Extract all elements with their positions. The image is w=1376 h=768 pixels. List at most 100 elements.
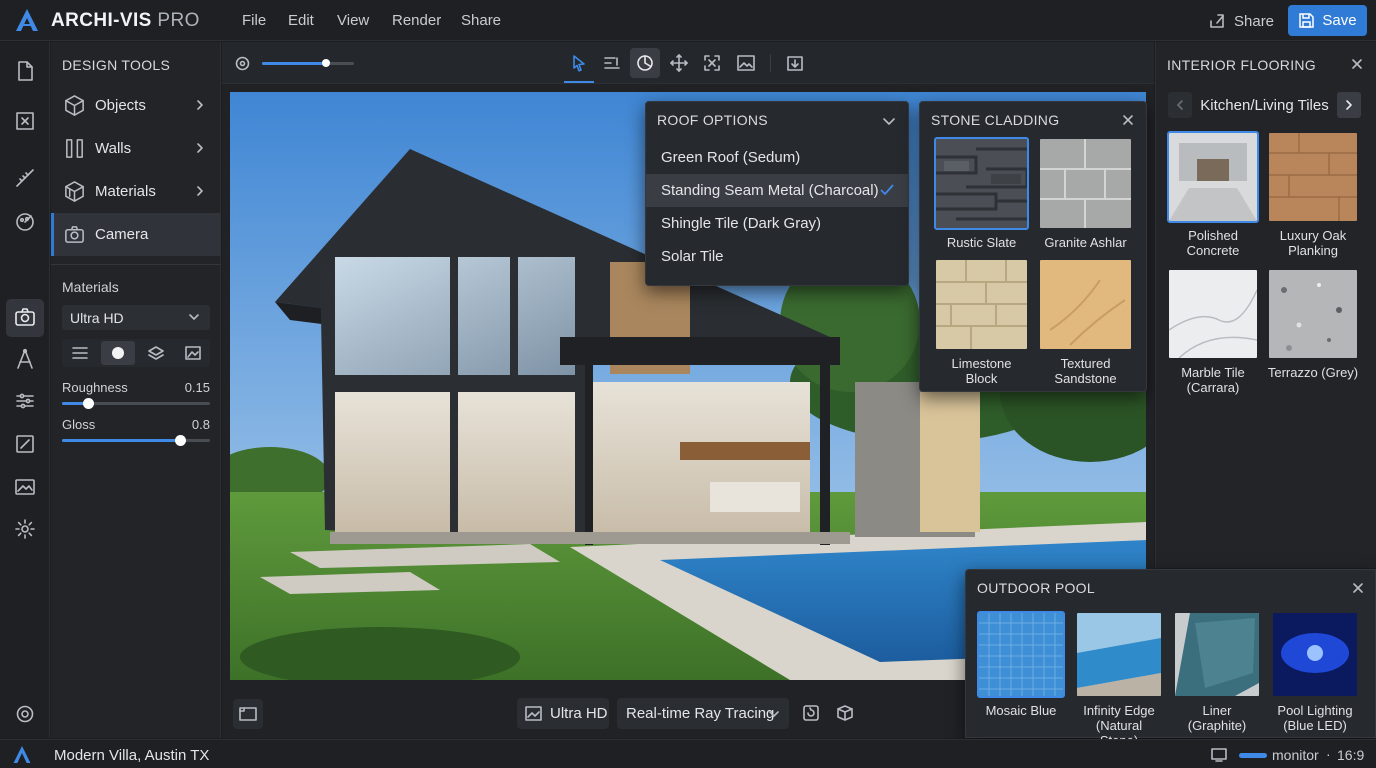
rustic-slate-swatch — [934, 137, 1029, 230]
roughness-slider[interactable] — [62, 398, 210, 409]
infinity-edge-swatch — [1075, 611, 1163, 698]
measure-icon[interactable] — [13, 166, 37, 190]
quality-select[interactable]: Ultra HD — [62, 305, 210, 330]
roughness-value: 0.15 — [184, 380, 210, 395]
flooring-category-label: Kitchen/Living Tiles — [1200, 97, 1329, 114]
floor-tile-terrazzo-grey[interactable]: Terrazzo (Grey) — [1267, 268, 1359, 380]
render-quality-button[interactable]: Ultra HD — [517, 698, 609, 729]
share-button[interactable]: Share — [1208, 9, 1274, 33]
blueprint-icon[interactable] — [13, 109, 37, 133]
close-icon[interactable] — [1350, 57, 1364, 71]
stone-tile-textured-sandstone[interactable]: Textured Sandstone — [1038, 258, 1133, 386]
tool-materials[interactable]: Materials — [51, 170, 221, 213]
gloss-slider-fill — [62, 439, 180, 442]
chevron-down-icon[interactable] — [882, 114, 896, 128]
settings-gear-icon[interactable] — [13, 517, 37, 541]
image-gallery-icon[interactable] — [13, 475, 37, 499]
preferences-icon[interactable] — [13, 702, 37, 726]
materials-icon — [65, 181, 84, 202]
palette-icon[interactable] — [13, 210, 37, 234]
menu-share[interactable]: Share — [461, 12, 501, 29]
stone-tile-limestone-block[interactable]: Limestone Block — [934, 258, 1029, 386]
roughness-slider-handle[interactable] — [83, 398, 94, 409]
floor-tile-label: Terrazzo (Grey) — [1267, 365, 1359, 380]
pool-tile-infinity-edge[interactable]: Infinity Edge (Natural Stone) — [1075, 611, 1163, 748]
category-prev-button[interactable] — [1168, 92, 1192, 118]
frame-button[interactable] — [233, 699, 263, 729]
pan-tool-button[interactable] — [664, 48, 694, 78]
gloss-slider[interactable] — [62, 435, 210, 446]
model-icon[interactable] — [836, 704, 854, 722]
pool-tile-mosaic-blue[interactable]: Mosaic Blue — [977, 611, 1065, 718]
render-mode-select[interactable]: Real-time Ray Tracing — [617, 698, 789, 729]
floor-tile-polished-concrete[interactable]: Polished Concrete — [1167, 131, 1259, 258]
roof-option-label: Solar Tile — [661, 248, 724, 265]
floor-tile-luxury-oak[interactable]: Luxury Oak Planking — [1267, 131, 1359, 258]
camera-icon[interactable] — [13, 305, 37, 329]
interior-flooring-title: INTERIOR FLOORING — [1167, 57, 1316, 73]
tab-texture-view[interactable] — [176, 341, 210, 365]
aspect-ratio[interactable]: 16:9 — [1337, 747, 1364, 763]
toolbar-separator — [770, 54, 771, 72]
zoom-slider[interactable] — [262, 59, 354, 67]
material-view-tabs — [62, 339, 210, 367]
menu-render[interactable]: Render — [392, 12, 441, 29]
stone-tile-rustic-slate[interactable]: Rustic Slate — [934, 137, 1029, 250]
floor-tile-marble-carrara[interactable]: Marble Tile (Carrara) — [1167, 268, 1259, 395]
chevron-right-icon — [1346, 100, 1352, 110]
menu-view[interactable]: View — [337, 12, 369, 29]
floor-tile-label: Marble Tile (Carrara) — [1181, 365, 1245, 395]
pool-tile-liner-graphite[interactable]: Liner (Graphite) — [1173, 611, 1261, 733]
chevron-right-icon — [197, 100, 203, 110]
tool-objects[interactable]: Objects — [51, 84, 221, 127]
app-logo-icon — [16, 9, 38, 31]
roof-option[interactable]: Solar Tile — [646, 240, 908, 273]
materials-section-label: Materials — [62, 279, 119, 295]
roof-option[interactable]: Shingle Tile (Dark Gray) — [646, 207, 908, 240]
edit-doc-icon[interactable] — [13, 432, 37, 456]
texture-image-icon — [185, 346, 201, 360]
stone-tile-granite-ashlar[interactable]: Granite Ashlar — [1038, 137, 1133, 250]
gloss-value: 0.8 — [191, 417, 210, 432]
roof-option[interactable]: Green Roof (Sedum) — [646, 141, 908, 174]
tab-sphere-view[interactable] — [101, 341, 135, 365]
save-label: Save — [1322, 12, 1357, 29]
menu-file[interactable]: File — [242, 12, 266, 29]
monitor-label: monitor — [1272, 747, 1319, 763]
tab-layers-view[interactable] — [139, 341, 173, 365]
tab-list-view[interactable] — [63, 341, 97, 365]
tool-walls[interactable]: Walls — [51, 127, 221, 170]
close-icon[interactable] — [1351, 581, 1365, 595]
sliders-icon[interactable] — [13, 389, 37, 413]
monitor-icon[interactable] — [1211, 748, 1227, 762]
refresh-render-icon[interactable] — [802, 704, 820, 722]
tool-camera[interactable]: Camera — [51, 213, 221, 256]
pool-tile-blue-led[interactable]: Pool Lighting (Blue LED) — [1271, 611, 1359, 733]
tool-camera-label: Camera — [95, 226, 149, 243]
render-mode-label: Real-time Ray Tracing — [626, 705, 775, 722]
render-preview-button[interactable] — [731, 48, 761, 78]
snapshot-button[interactable] — [780, 48, 810, 78]
menu-edit[interactable]: Edit — [288, 12, 314, 29]
save-button[interactable]: Save — [1288, 5, 1367, 36]
share-label: Share — [1234, 12, 1275, 30]
limestone-block-swatch — [934, 258, 1029, 351]
project-name: Modern Villa, Austin TX — [54, 747, 210, 764]
top-bar: ARCHI-VIS PRO File Edit View Render Shar… — [0, 0, 1376, 41]
checkmark-icon — [880, 184, 894, 196]
zoom-slider-handle[interactable] — [322, 59, 331, 67]
select-tool-button[interactable] — [564, 48, 594, 78]
roof-option-selected[interactable]: Standing Seam Metal (Charcoal) — [646, 174, 908, 207]
category-next-button[interactable] — [1337, 92, 1361, 118]
gloss-slider-handle[interactable] — [175, 435, 186, 446]
section-tool-button[interactable] — [597, 48, 627, 78]
fit-view-button[interactable] — [697, 48, 727, 78]
stone-tile-label: Rustic Slate — [946, 235, 1017, 250]
close-icon[interactable] — [1121, 113, 1135, 127]
orbit-tool-button[interactable] — [630, 48, 660, 78]
compass-icon[interactable] — [13, 347, 37, 371]
pool-tile-label: Mosaic Blue — [985, 703, 1057, 718]
floor-tile-label: Polished Concrete — [1186, 228, 1240, 258]
document-icon[interactable] — [13, 59, 37, 83]
design-tools-title: DESIGN TOOLS — [62, 57, 171, 73]
